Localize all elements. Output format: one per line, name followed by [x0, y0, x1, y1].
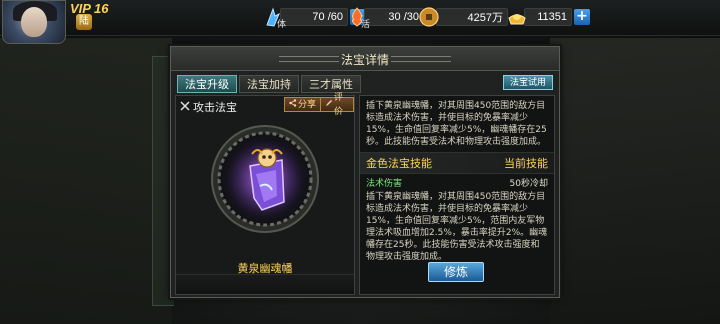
rate-label: 评价 — [334, 92, 344, 117]
gold-ingot-icon — [506, 6, 528, 28]
pencil-icon — [325, 98, 333, 112]
artifact-detail-dialog: 法宝详情 法宝升级 法宝加持 三才属性 法宝试用 攻击法宝 分享 评价 黄泉幽魂… — [170, 46, 560, 298]
copper-value: 4257万 — [436, 8, 508, 26]
player-avatar[interactable] — [2, 0, 66, 44]
artifact-ring[interactable] — [210, 124, 320, 234]
skill-meta: 法术伤害 50秒冷却 — [360, 174, 554, 189]
share-icon — [289, 98, 297, 112]
dialog-title: 法宝详情 — [340, 53, 389, 67]
stamina-icon-label: 体 — [276, 20, 286, 30]
skill-type: 法术伤害 — [366, 179, 403, 189]
skill-cooldown: 50秒冷却 — [509, 179, 548, 189]
preview-pane-footer — [176, 274, 354, 294]
vip-number: 16 — [94, 1, 109, 16]
rate-button[interactable]: 评价 — [320, 93, 354, 117]
dialog-header: 法宝详情 — [171, 47, 559, 71]
skill-title: 金色法宝技能 — [366, 157, 432, 170]
avatar-face — [21, 7, 47, 37]
copper-coin-icon — [418, 6, 440, 28]
tab-artifact-upgrade[interactable]: 法宝升级 — [177, 75, 237, 93]
energy-resource: 活 30 /30 — [346, 6, 424, 30]
share-label: 分享 — [298, 99, 317, 110]
ingot-add-button[interactable]: + — [574, 9, 590, 25]
top-hud: VIP 16 陆 体 70 /60 + 活 30 /30 4257万 11351… — [0, 0, 720, 44]
skill-header: 金色法宝技能 当前技能 — [360, 152, 554, 174]
skill-status: 当前技能 — [504, 157, 548, 170]
weapon-type: 攻击法宝 — [180, 99, 237, 115]
stamina-icon: 体 — [262, 6, 286, 30]
weapon-type-label: 攻击法宝 — [193, 101, 237, 114]
tab-three-talents[interactable]: 三才属性 — [301, 75, 361, 93]
energy-value: 30 /30 — [364, 8, 424, 26]
artifact-info-pane[interactable]: 插下黄泉幽魂幡，对其周围450范围的敌方目标造成法术伤害，并使目标的免暴率减少1… — [359, 95, 555, 295]
ingot-resource: 11351 + — [506, 7, 590, 27]
artifact-description: 插下黄泉幽魂幡，对其周围450范围的敌方目标造成法术伤害，并使目标的免暴率减少1… — [366, 101, 547, 147]
race-badge: 陆 — [76, 14, 92, 30]
artifact-try-button[interactable]: 法宝试用 — [502, 75, 553, 90]
stamina-value: 70 /60 — [280, 8, 348, 26]
skill-description: 插下黄泉幽魂幡，对其周围450范围的敌方目标造成法术伤害，并使目标的免暴率减少1… — [366, 192, 548, 262]
cultivate-button[interactable]: 修炼 — [428, 262, 484, 282]
background-left-panel — [0, 38, 172, 324]
crossed-swords-icon — [180, 100, 190, 114]
artifact-preview-pane: 攻击法宝 分享 评价 黄泉幽魂幡 — [175, 93, 355, 295]
background-right-panel — [550, 38, 720, 324]
energy-icon-label: 活 — [360, 20, 370, 30]
ingot-value: 11351 — [524, 8, 572, 26]
share-button[interactable]: 分享 — [284, 97, 322, 112]
tab-artifact-blessing[interactable]: 法宝加持 — [239, 75, 299, 93]
copper-resource: 4257万 — [418, 7, 508, 27]
energy-icon: 活 — [346, 6, 370, 30]
